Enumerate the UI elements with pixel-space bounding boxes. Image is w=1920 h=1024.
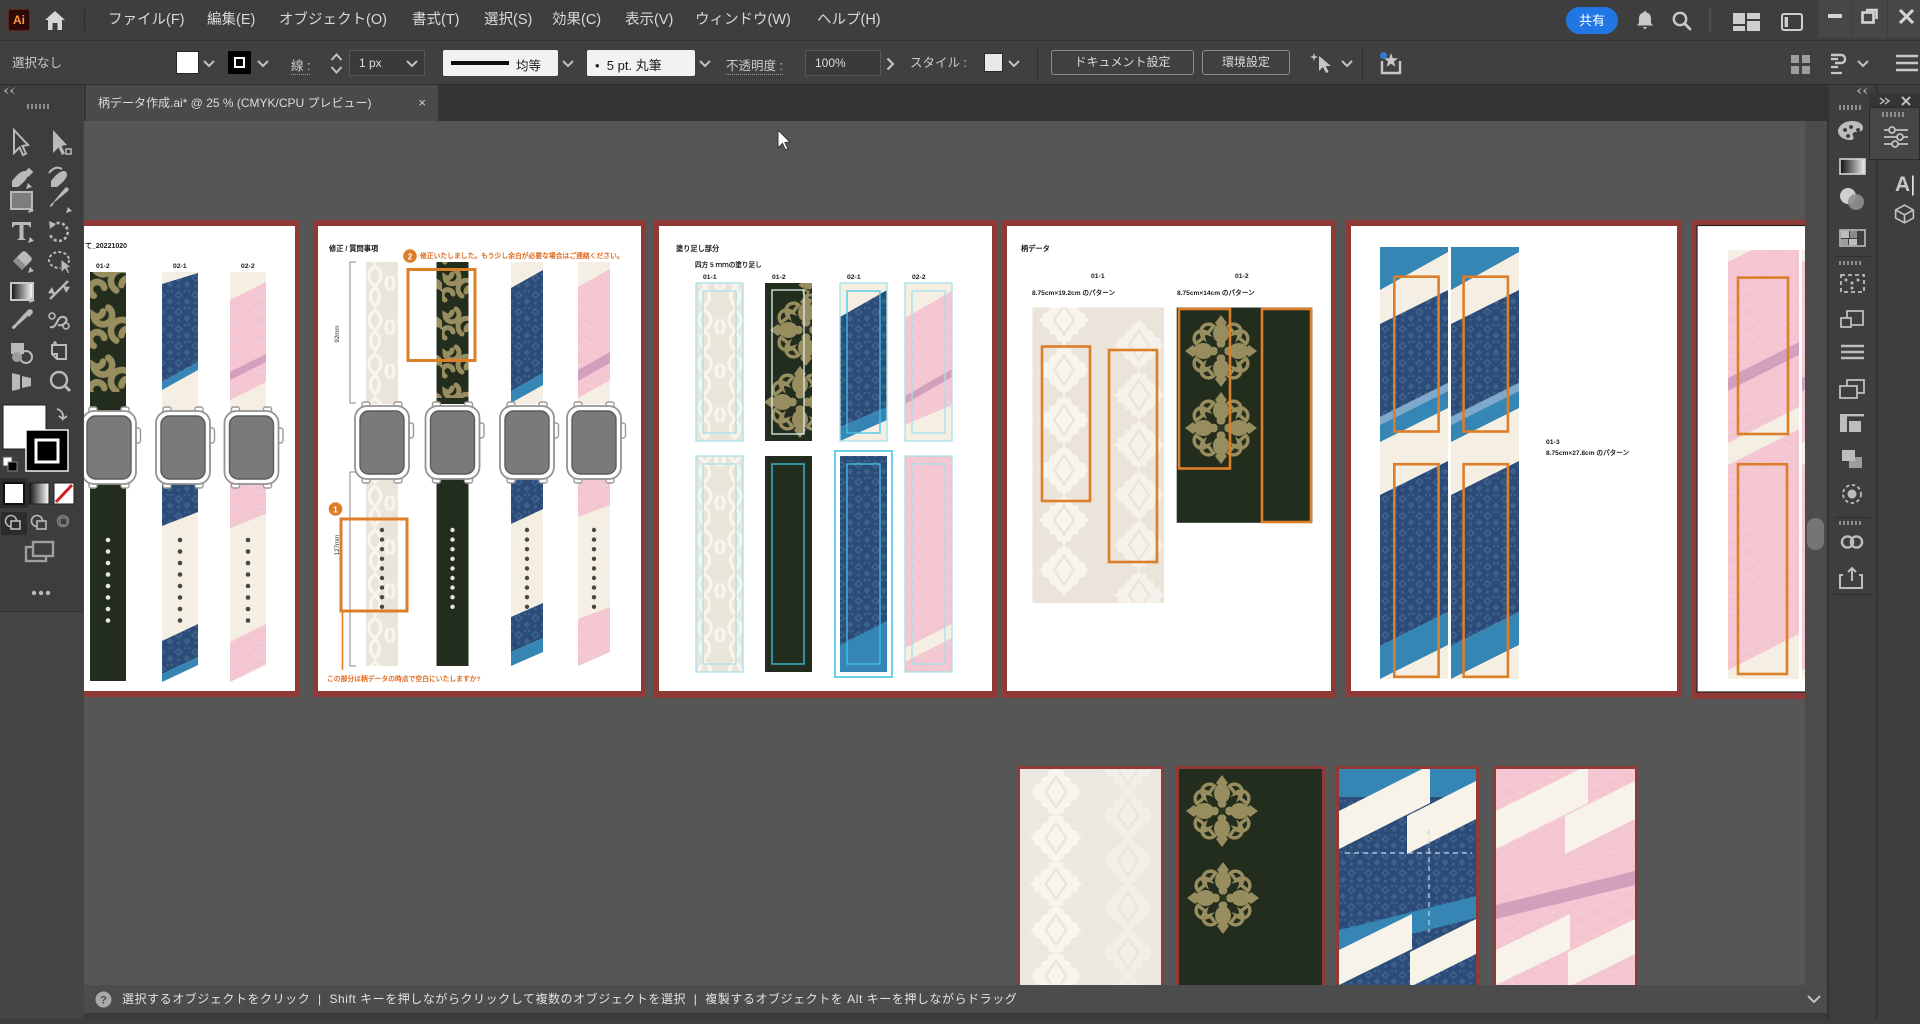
- svg-text:て_20221020: て_20221020: [85, 242, 127, 250]
- svg-text:01-3: 01-3: [1546, 439, 1560, 446]
- svg-text:8.75cm×19.2cm のパターン: 8.75cm×19.2cm のパターン: [1032, 288, 1115, 297]
- svg-text:?: ?: [100, 995, 107, 1007]
- svg-text:四方 5 ｍｍの塗り足し: 四方 5 ｍｍの塗り足し: [695, 260, 762, 269]
- svg-text:この部分は柄データの時点で空白にいたしますか?: この部分は柄データの時点で空白にいたしますか?: [327, 674, 481, 683]
- svg-text:02-1: 02-1: [173, 263, 187, 270]
- svg-text:02-2: 02-2: [241, 263, 255, 270]
- svg-text:01-1: 01-1: [1091, 273, 1105, 280]
- svg-text:2: 2: [408, 253, 413, 262]
- svg-text:02-2: 02-2: [912, 274, 926, 281]
- svg-text:01-1: 01-1: [703, 274, 717, 281]
- svg-text:01-2: 01-2: [772, 274, 786, 281]
- svg-text:92mm: 92mm: [334, 325, 341, 342]
- svg-text:8.75cm×27.8cm のパターン: 8.75cm×27.8cm のパターン: [1546, 448, 1629, 457]
- svg-text:1: 1: [333, 506, 338, 515]
- svg-text:01-2: 01-2: [96, 263, 110, 270]
- svg-text:修正いたしました。もう少し余白が必要な場合はご連絡ください。: 修正いたしました。もう少し余白が必要な場合はご連絡ください。: [419, 251, 624, 260]
- svg-text:01-2: 01-2: [1235, 273, 1249, 280]
- svg-text:塗り足し部分: 塗り足し部分: [676, 244, 720, 253]
- svg-text:8.75cm×14cm のパターン: 8.75cm×14cm のパターン: [1177, 288, 1255, 297]
- svg-text:修正 / 質問事項: 修正 / 質問事項: [328, 244, 379, 253]
- svg-text:02-1: 02-1: [847, 274, 861, 281]
- svg-text:柄データ: 柄データ: [1021, 244, 1050, 253]
